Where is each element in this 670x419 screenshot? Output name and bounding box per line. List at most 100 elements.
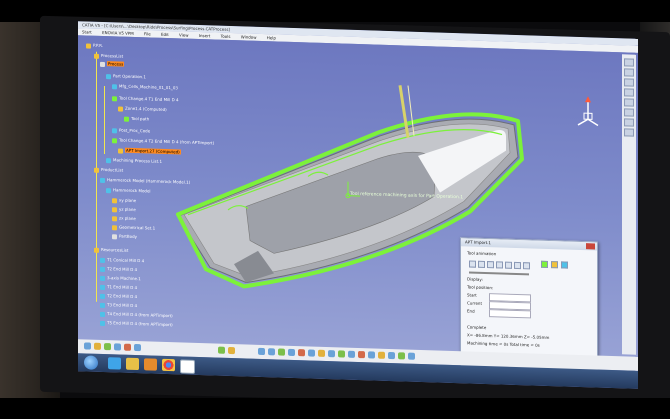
bottom-tool-10[interactable] <box>268 348 275 356</box>
end-field[interactable] <box>489 309 531 319</box>
specification-tree: P.P.R. ProcessList Process Part Operatio… <box>84 41 254 327</box>
tree-item-partbody[interactable]: PartBody <box>112 232 137 240</box>
bottom-tool-24[interactable] <box>408 352 415 360</box>
catia-icon[interactable] <box>180 359 195 374</box>
rewind-button[interactable] <box>469 260 476 268</box>
chrome-icon[interactable] <box>162 358 175 372</box>
tree-item-resource-4[interactable]: T1 End Mill D 4 <box>100 283 137 291</box>
bottom-tool-8[interactable] <box>228 346 235 355</box>
toolbar-button-1[interactable] <box>624 58 634 67</box>
bottom-tool-16[interactable] <box>328 350 335 358</box>
tree-item-toolchange-1[interactable]: Tool Change.4 T1 End Mill D 4 <box>112 94 179 103</box>
tree-item-part-operation[interactable]: Part Operation.1 <box>106 72 146 80</box>
tree-item-xy-plane[interactable]: xy plane <box>112 196 136 204</box>
tree-item-apt-import[interactable]: APT Import.27 (Computed) <box>118 146 181 155</box>
3d-viewport[interactable]: Tool reference machining axis for Part O… <box>78 35 638 374</box>
path-display-icon[interactable] <box>561 261 568 269</box>
tool-display-icon[interactable] <box>551 261 558 269</box>
tree-item-resource-2[interactable]: T2 End Mill D 4 <box>100 265 137 273</box>
bottom-tool-13[interactable] <box>298 349 305 357</box>
tree-item-post-proc[interactable]: Post_Proc_Code <box>112 126 150 134</box>
tree-item-yz-plane[interactable]: yz plane <box>112 205 136 213</box>
tree-item-ppr[interactable]: P.P.R. <box>86 41 103 49</box>
tool-icon <box>100 320 105 326</box>
bottom-tool-1[interactable] <box>84 342 91 350</box>
monitor-screen: CATIA V5 - [C:\Users\...\Desktop\Ride\Pr… <box>78 21 638 389</box>
bottom-tool-6[interactable] <box>134 343 141 352</box>
media-player-icon[interactable] <box>144 358 157 371</box>
plane-icon <box>112 197 117 203</box>
tree-item-productlist[interactable]: ProductList <box>94 166 123 174</box>
right-toolbar <box>622 54 636 355</box>
tool-change-icon <box>112 95 117 101</box>
toolbar-button-8[interactable] <box>624 128 634 137</box>
toolbar-button-4[interactable] <box>624 88 634 97</box>
tool-icon <box>100 311 105 317</box>
bottom-tool-15[interactable] <box>318 349 325 357</box>
toolbar-button-5[interactable] <box>624 98 634 107</box>
tree-item-machine[interactable]: Mfg_Cells_Machine_01_01_03 <box>112 82 178 91</box>
play-back-button[interactable] <box>487 261 494 269</box>
bottom-tool-5[interactable] <box>124 343 131 351</box>
tool-icon <box>100 284 105 290</box>
bottom-tool-21[interactable] <box>378 351 385 359</box>
step-back-button[interactable] <box>478 260 485 268</box>
bottom-tool-14[interactable] <box>308 349 315 357</box>
tree-item-resource-3[interactable]: 3-axis Machine.1 <box>100 274 141 282</box>
letterbox-bottom <box>0 398 670 419</box>
machine-icon <box>100 275 105 281</box>
tree-item-machining-process-list[interactable]: Machining Process List.1 <box>106 156 162 165</box>
tree-item-zone[interactable]: Zone1.4 (Computed) <box>118 104 167 113</box>
display-mode-icon[interactable] <box>541 260 548 268</box>
toolbar-button-2[interactable] <box>624 68 634 77</box>
compass-icon[interactable] <box>574 95 602 130</box>
tree-item-toolpath[interactable]: Tool path <box>124 115 149 123</box>
step-forward-button[interactable] <box>514 261 521 270</box>
bottom-tool-20[interactable] <box>368 351 375 359</box>
bottom-tool-22[interactable] <box>388 351 395 360</box>
tree-item-geometrical-set[interactable]: Geometrical Set.1 <box>112 223 155 231</box>
part-operation-icon <box>106 73 111 79</box>
explorer-icon[interactable] <box>126 357 139 371</box>
tree-item-resource-7[interactable]: T4 End Mill D 4 (from APTimport) <box>100 310 173 319</box>
folder-icon <box>94 53 99 59</box>
stop-button[interactable] <box>496 261 503 269</box>
tree-item-hammerock-model[interactable]: Hammerock Model <box>106 186 151 194</box>
list-icon <box>106 157 111 163</box>
bottom-tool-12[interactable] <box>288 348 295 357</box>
start-orb-icon[interactable] <box>84 355 98 370</box>
tree-item-zx-plane[interactable]: zx plane <box>112 214 136 222</box>
bottom-tool-18[interactable] <box>348 350 355 358</box>
bottom-tool-11[interactable] <box>278 348 285 356</box>
tree-item-resource-1[interactable]: T1 Conical Mill D 4 <box>100 256 144 264</box>
play-button[interactable] <box>505 261 512 269</box>
bottom-tool-23[interactable] <box>398 352 405 360</box>
footer-title: Complete <box>467 324 487 331</box>
bottom-tool-4[interactable] <box>114 343 121 351</box>
ppr-icon <box>86 42 91 49</box>
tree-item-resourceslist[interactable]: ResourcesList <box>94 246 128 254</box>
tree-item-toolchange-2[interactable]: Tool Change.4 T2 End Mill D 4 (from APTi… <box>112 136 214 146</box>
tree-item-processlist[interactable]: ProcessList <box>94 52 123 60</box>
bottom-tool-7[interactable] <box>218 346 225 354</box>
tree-item-hammerock-model-instance[interactable]: Hammerock Model (Hammerock Model.1) <box>100 176 190 186</box>
fast-forward-button[interactable] <box>523 262 530 270</box>
apt-import-icon <box>118 147 123 154</box>
dialog-close-button[interactable] <box>586 243 595 250</box>
toolbar-button-3[interactable] <box>624 78 634 87</box>
tree-item-resource-5[interactable]: T2 End Mill D 4 <box>100 292 137 300</box>
bottom-tool-19[interactable] <box>358 351 365 359</box>
zone-icon <box>118 105 123 112</box>
end-label: End <box>467 308 475 314</box>
bottom-tool-9[interactable] <box>258 347 265 356</box>
tree-item-resource-6[interactable]: T3 End Mill D 4 <box>100 301 137 309</box>
speed-slider[interactable] <box>469 271 529 276</box>
ie-icon[interactable] <box>108 357 121 370</box>
bottom-tool-17[interactable] <box>338 350 345 358</box>
plane-icon <box>112 206 117 212</box>
bottom-tool-2[interactable] <box>94 342 101 350</box>
tree-item-process[interactable]: Process <box>100 60 125 68</box>
toolbar-button-7[interactable] <box>624 118 634 127</box>
toolbar-button-6[interactable] <box>624 108 634 117</box>
bottom-tool-3[interactable] <box>104 343 111 351</box>
